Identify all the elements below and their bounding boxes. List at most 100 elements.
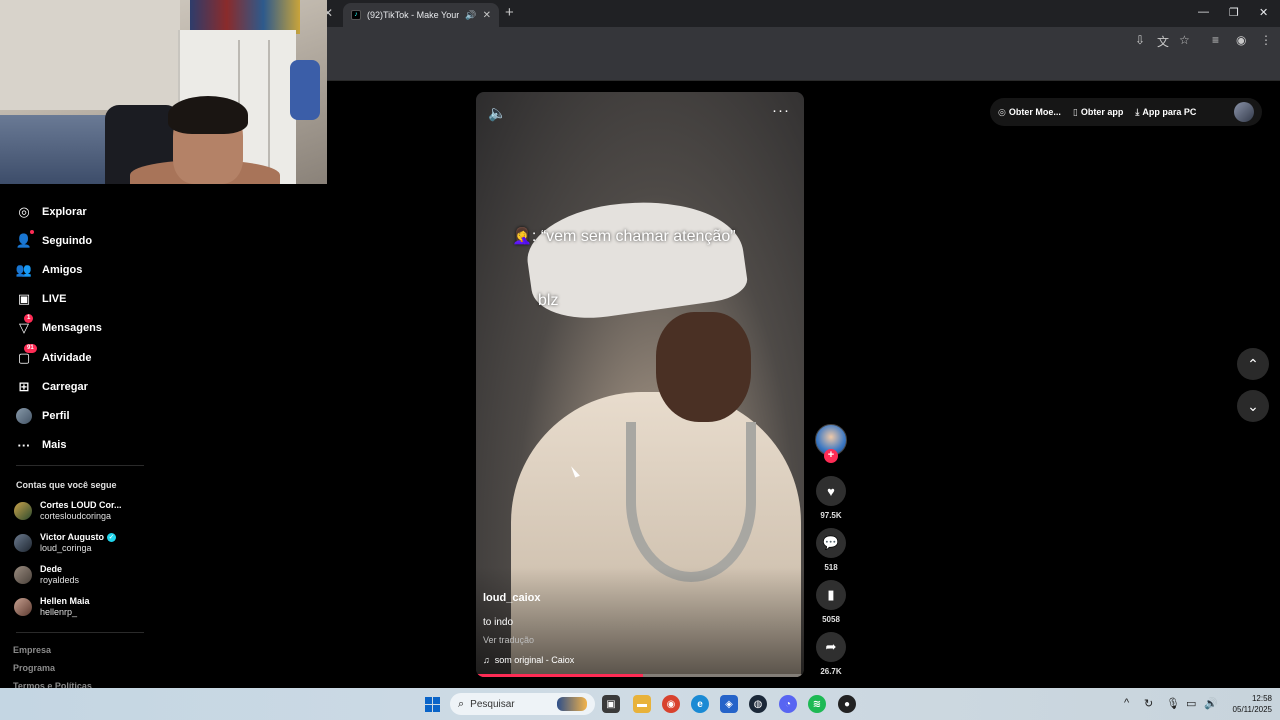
get-app-label: Obter app [1080,107,1124,117]
tray-sync-icon[interactable]: ↻ [1144,697,1153,710]
tab-close-icon[interactable]: ✕ [483,10,491,21]
microphone-icon[interactable]: 🎙 [1166,697,1180,710]
tiktok-favicon-icon: ♪ [351,10,361,20]
playlist-icon[interactable]: ≡ [1212,33,1219,47]
windows-start-icon[interactable] [425,697,440,712]
followed-account[interactable]: Dede royaldeds [14,564,79,586]
chevron-up-icon: ⌃ [1247,355,1259,372]
chrome-icon[interactable]: ◉ [662,695,680,713]
nav-mensagens[interactable]: ▽ 1 Mensagens [16,314,102,336]
download-icon: ⤓ [1135,106,1140,117]
save-button[interactable]: ▮ [816,580,846,610]
share-button[interactable]: ➦ [816,632,846,662]
following-section-title: Contas que você segue [16,480,117,490]
nav-perfil[interactable]: Perfil [16,408,70,424]
profile-icon[interactable]: ◉ [1236,33,1246,47]
account-name: Cortes LOUD Cor... [40,500,122,510]
nav-atividade[interactable]: ▢ 91 Atividade [16,344,92,366]
followed-account[interactable]: Cortes LOUD Cor... cortesloudcoringa [14,500,122,522]
file-explorer-icon[interactable]: ▬ [633,695,651,713]
translate-link[interactable]: Ver tradução [483,635,534,645]
account-avatar [14,566,32,584]
footer-link-programa[interactable]: Programa [13,663,55,673]
volume-icon[interactable]: 🔈 [488,104,507,122]
activity-badge: 91 [24,344,37,353]
steam-icon[interactable]: ◍ [749,695,767,713]
network-icon[interactable]: ▭ [1186,697,1196,710]
store-icon[interactable]: ◈ [720,695,738,713]
webcam-overlay [0,0,327,184]
translate-icon[interactable]: 文 [1157,33,1169,50]
get-coins-link[interactable]: ◎ Obter Moe... [998,107,1061,118]
video-progress-bar[interactable] [476,674,804,677]
account-username: royaldeds [40,575,80,585]
nav-label: Amigos [42,264,83,276]
account-avatar [14,598,32,616]
divider [16,465,144,466]
taskbar-clock[interactable]: 12:58 05/11/2025 [1222,693,1272,715]
minimize-icon[interactable]: — [1198,6,1209,18]
windows-taskbar: ⌕ Pesquisar ▣ ▬ ◉ e ◈ ◍ ◔ ≋ ● ^ ↻ 🎙 ▭ 🔊 … [0,688,1280,720]
verified-badge-icon: ✓ [107,533,117,542]
tab-tiktok[interactable]: ♪ (92)TikTok - Make Your Day 🔊 ✕ [343,3,499,27]
pc-app-link[interactable]: ⤓ App para PC [1135,107,1196,118]
video-progress-fill [476,674,644,677]
nav-explorar[interactable]: ◎ Explorar [16,204,86,220]
nav-carregar[interactable]: ⊞ Carregar [16,379,88,395]
nav-live[interactable]: ▣ LIVE [16,291,67,307]
nav-label: Seguindo [42,235,93,247]
speaker-icon[interactable]: 🔊 [1204,697,1218,710]
get-coins-label: Obter Moe... [1008,107,1061,117]
nav-seguindo[interactable]: 👤 Seguindo [16,230,93,249]
nav-mais[interactable]: ··· Mais [16,437,67,453]
messages-badge: 1 [24,314,34,323]
more-icon: ··· [17,437,31,453]
comment-button[interactable]: 💬 [816,528,846,558]
browser-menu-icon[interactable]: ⋮ [1260,33,1272,47]
footer-link-empresa[interactable]: Empresa [13,645,51,655]
search-icon: ⌕ [458,697,465,710]
tab-audio-icon[interactable]: 🔊 [465,10,476,21]
discord-icon[interactable]: ◔ [779,695,797,713]
like-button[interactable]: ♥ [816,476,846,506]
spotify-icon[interactable]: ≋ [808,695,826,713]
following-icon: 👤 [16,230,34,249]
followed-account[interactable]: Hellen Maia hellenrp_ [14,596,90,618]
video-player[interactable]: 🔈 ··· 🤦‍♀️: “vem sem chamar atenção” blz… [476,92,804,677]
nav-label: Atividade [42,352,92,364]
share-icon: ➦ [825,639,837,654]
video-caption-overlay: 🤦‍♀️: “vem sem chamar atenção” [512,228,736,245]
share-count: 26.7K [820,667,842,676]
previous-video-button[interactable]: ⌃ [1237,348,1269,380]
like-count: 97.5K [820,511,842,520]
nav-amigos[interactable]: 👥 Amigos [16,262,82,278]
taskbar-search[interactable]: ⌕ Pesquisar [450,693,595,715]
follow-plus-icon[interactable]: + [824,449,838,463]
tab-title: (92)TikTok - Make Your Day [367,10,460,20]
get-app-link[interactable]: ▯ Obter app [1073,107,1123,118]
coin-icon: ◎ [998,106,1006,117]
bookmark-star-icon[interactable]: ☆ [1179,33,1190,47]
window-close-icon[interactable]: ✕ [1259,6,1268,19]
next-video-button[interactable]: ⌄ [1237,390,1269,422]
new-tab-button[interactable]: + [505,4,514,21]
followed-account[interactable]: Victor Augusto ✓ loud_coringa [14,532,117,554]
more-options-icon[interactable]: ··· [772,102,790,119]
nav-label: Carregar [42,381,88,393]
video-caption-overlay-2: blz [538,292,559,309]
user-avatar[interactable] [1234,102,1254,122]
video-author[interactable]: loud_caiox [483,592,540,604]
obs-icon[interactable]: ● [838,695,856,713]
comment-icon: 💬 [822,535,840,550]
friends-icon: 👥 [15,262,33,277]
edge-icon[interactable]: e [691,695,709,713]
messages-icon: ▽ 1 [16,314,34,336]
video-sound[interactable]: ♫ som original - Caiox [483,655,574,665]
account-name: Hellen Maia [40,596,90,606]
nav-label: Mais [42,439,67,451]
install-app-icon[interactable]: ⇩ [1135,33,1145,47]
task-view-icon[interactable]: ▣ [602,695,620,713]
tray-overflow-icon[interactable]: ^ [1124,697,1129,709]
sidebar: ◎ Explorar 👤 Seguindo 👥 Amigos ▣ LIVE ▽ 1… [0,184,330,691]
restore-icon[interactable]: ❐ [1229,6,1239,19]
